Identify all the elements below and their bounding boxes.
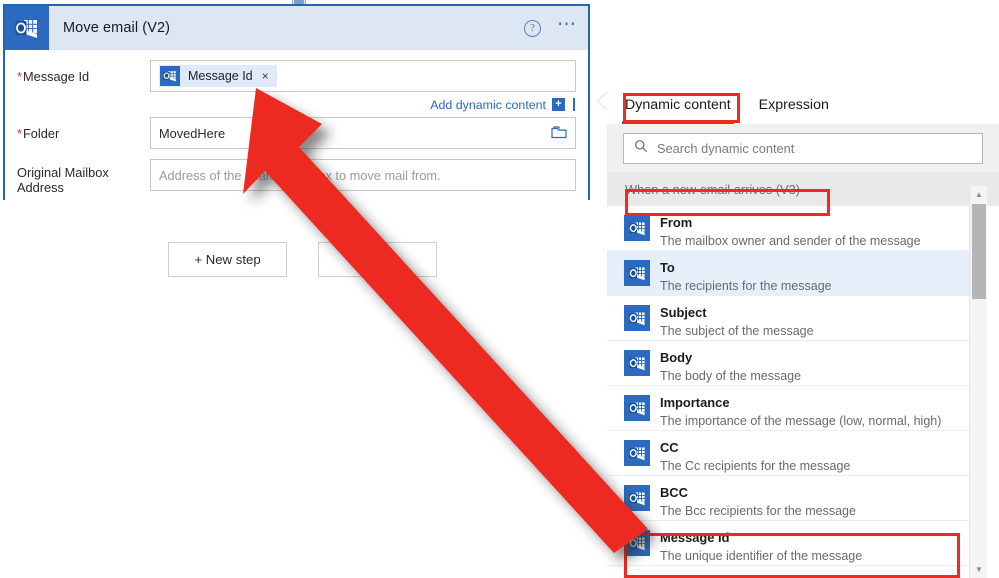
panel-tabs: Dynamic content Expression <box>607 86 999 124</box>
field-row-original-mailbox-address: Original Mailbox Address Address of the … <box>17 159 576 195</box>
list-item-title: Importance <box>660 395 730 410</box>
search-icon <box>634 139 648 158</box>
list-item-title: Subject <box>660 305 707 320</box>
outlook-icon <box>624 485 650 511</box>
flow-action-buttons: + New step Save <box>168 242 437 277</box>
card-body: * Message Id Message Id × Add dynamic con… <box>5 50 588 200</box>
list-item-text: Importance The importance of the message… <box>660 394 987 429</box>
list-item[interactable]: Body The body of the message <box>607 341 987 386</box>
list-item-text: To The recipients for the message <box>660 259 987 294</box>
new-step-button[interactable]: + New step <box>168 242 287 277</box>
field-label-message-id: *Message Id <box>17 69 90 84</box>
list-item-desc: The body of the message <box>660 369 802 383</box>
dynamic-content-group-header: When a new email arrives (V3) <box>607 172 999 206</box>
outlook-icon <box>624 350 650 376</box>
dynamic-token-message-id[interactable]: Message Id × <box>159 65 277 87</box>
original-mailbox-address-input[interactable]: Address of the shared mailbox to move ma… <box>150 159 576 191</box>
list-item-desc: The Cc recipients for the message <box>660 459 851 473</box>
list-item-desc: The subject of the message <box>660 324 814 338</box>
field-label-folder: *Folder <box>17 126 60 141</box>
screenshot-root: Move email (V2) ? ⋯ * Message Id Message … <box>0 0 999 578</box>
tab-dynamic-content[interactable]: Dynamic content <box>622 86 734 124</box>
outlook-icon <box>624 395 650 421</box>
field-row-message-id: * Message Id Message Id × Add dynamic con… <box>17 60 576 117</box>
add-dynamic-content-row: Add dynamic content + <box>150 92 576 117</box>
search-dynamic-content-input[interactable]: Search dynamic content <box>623 132 983 164</box>
list-item[interactable]: Importance The importance of the message… <box>607 386 987 431</box>
list-item[interactable]: BCC The Bcc recipients for the message <box>607 476 987 521</box>
original-mailbox-address-placeholder: Address of the shared mailbox to move ma… <box>159 167 441 183</box>
list-item-text: CC The Cc recipients for the message <box>660 439 987 474</box>
tab-expression[interactable]: Expression <box>759 86 829 124</box>
add-dynamic-content-caret[interactable] <box>573 98 575 111</box>
list-item[interactable]: CC The Cc recipients for the message <box>607 431 987 476</box>
move-email-action-card: Move email (V2) ? ⋯ * Message Id Message … <box>3 4 590 200</box>
list-item-desc: The Bcc recipients for the message <box>660 504 856 518</box>
card-header: Move email (V2) ? ⋯ <box>5 6 588 50</box>
folder-input[interactable]: MovedHere <box>150 117 576 149</box>
help-circle-icon[interactable]: ? <box>524 19 541 37</box>
field-row-folder: *Folder MovedHere <box>17 117 576 149</box>
card-header-actions: ? ⋯ <box>524 6 578 50</box>
token-label: Message Id <box>188 69 253 83</box>
list-item-title: CC <box>660 440 679 455</box>
required-asterisk: * <box>17 69 22 84</box>
list-item-desc: The mailbox owner and sender of the mess… <box>660 234 921 248</box>
search-placeholder: Search dynamic content <box>657 140 795 156</box>
list-item-text: BCC The Bcc recipients for the message <box>660 484 987 519</box>
scroll-up-arrow-icon[interactable]: ▲ <box>970 186 988 203</box>
ellipsis-icon[interactable]: ⋯ <box>557 15 578 37</box>
panel-search-area: Search dynamic content <box>607 124 999 172</box>
outlook-icon <box>624 530 650 556</box>
list-item[interactable]: Subject The subject of the message <box>607 296 987 341</box>
dynamic-content-list[interactable]: From The mailbox owner and sender of the… <box>607 206 987 578</box>
field-wrap-original-mailbox-address: Address of the shared mailbox to move ma… <box>150 159 576 191</box>
outlook-icon <box>160 66 180 86</box>
scroll-down-arrow-icon[interactable]: ▼ <box>970 561 988 578</box>
field-label-original-mailbox-address: Original Mailbox Address <box>17 165 109 195</box>
list-item[interactable]: To The recipients for the message <box>607 251 987 296</box>
list-item-text: Message Id The unique identifier of the … <box>660 529 987 564</box>
add-dynamic-content-plus-button[interactable]: + <box>552 98 565 111</box>
field-wrap-message-id: Message Id × Add dynamic content + <box>150 60 576 117</box>
folder-icon[interactable] <box>551 125 567 139</box>
scrollbar-thumb[interactable] <box>972 204 986 299</box>
outlook-icon <box>624 305 650 331</box>
list-item-text: Body The body of the message <box>660 349 987 384</box>
outlook-icon <box>624 215 650 241</box>
message-id-input[interactable]: Message Id × <box>150 60 576 92</box>
list-item-title: Message Id <box>660 530 730 545</box>
list-item-text: Subject The subject of the message <box>660 304 987 339</box>
save-button[interactable]: Save <box>318 242 437 277</box>
folder-value: MovedHere <box>159 125 226 141</box>
outlook-icon <box>624 260 650 286</box>
card-title: Move email (V2) <box>63 20 171 36</box>
dynamic-content-panel: Dynamic content Expression Search dynami… <box>607 86 999 578</box>
required-asterisk: * <box>17 126 22 141</box>
outlook-icon <box>5 6 49 50</box>
list-item[interactable]: From The mailbox owner and sender of the… <box>607 206 987 251</box>
add-dynamic-content-link[interactable]: Add dynamic content <box>430 98 546 112</box>
list-item-title: Body <box>660 350 693 365</box>
outlook-icon <box>624 440 650 466</box>
list-item-desc: The recipients for the message <box>660 279 832 293</box>
list-item-title: From <box>660 215 693 230</box>
list-item[interactable]: Message Id The unique identifier of the … <box>607 521 987 566</box>
list-item-text: From The mailbox owner and sender of the… <box>660 214 987 249</box>
list-item-desc: The unique identifier of the message <box>660 549 863 563</box>
list-item-desc: The importance of the message (low, norm… <box>660 414 942 428</box>
close-icon[interactable]: × <box>262 69 269 83</box>
list-item-title: To <box>660 260 675 275</box>
dynamic-content-scrollbar[interactable]: ▲ ▼ <box>969 186 987 578</box>
field-wrap-folder: MovedHere <box>150 117 576 149</box>
list-item-title: BCC <box>660 485 688 500</box>
